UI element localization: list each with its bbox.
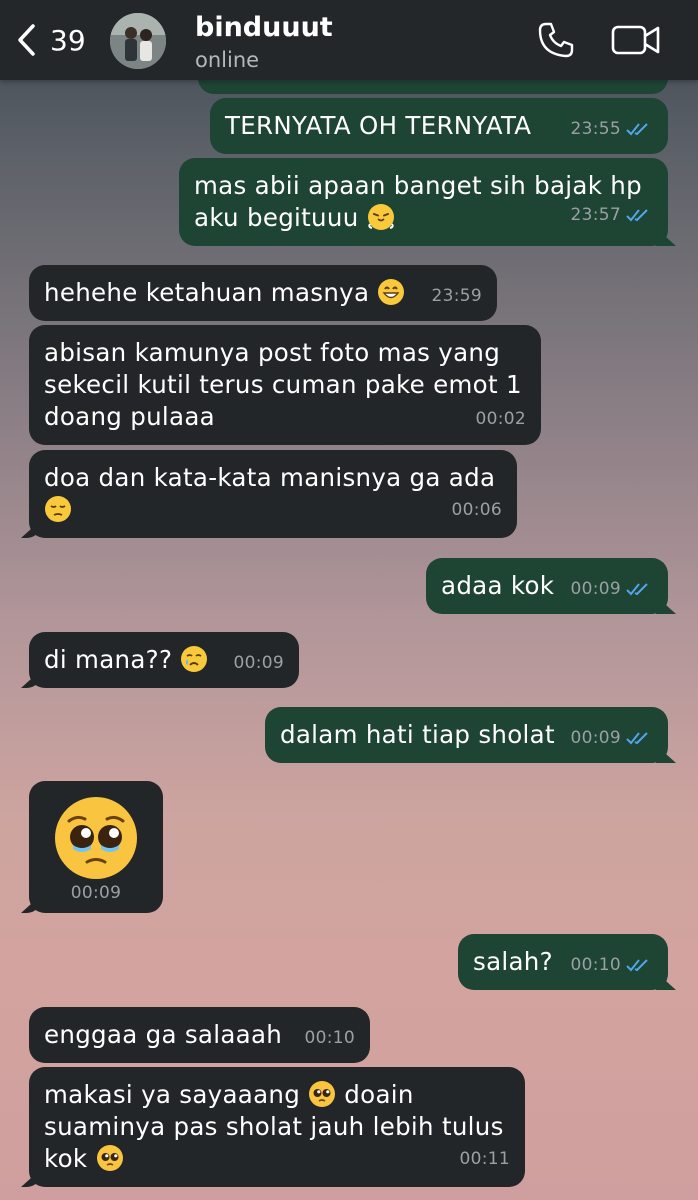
contact-name[interactable]: binduuut	[195, 12, 333, 43]
message-bubble-incoming[interactable]: 00:09	[29, 781, 163, 913]
avatar[interactable]	[110, 13, 166, 69]
read-ticks-icon	[626, 732, 648, 745]
message-time: 23:55	[570, 119, 621, 139]
message-bubble-incoming[interactable]: abisan kamunya post foto mas yang sekeci…	[29, 325, 541, 445]
message-time: 00:02	[475, 409, 526, 429]
phone-icon[interactable]	[536, 20, 576, 60]
message-meta: 00:09	[571, 728, 654, 748]
message-bubble-outgoing[interactable]: salah? 00:10	[458, 934, 668, 990]
message-meta: 23:59	[432, 286, 483, 306]
message-bubble-outgoing[interactable]: mas abii apaan banget sih bajak hp aku b…	[179, 158, 668, 246]
message-bubble-incoming[interactable]: doa dan kata-kata manisnya ga ada 00:06	[29, 450, 517, 538]
message-bubble-incoming[interactable]: enggaa ga salaaah 00:10	[29, 1007, 370, 1063]
message-meta: 00:09	[571, 579, 654, 599]
message-text: enggaa ga salaaah	[44, 1020, 283, 1049]
avatar-photo-icon	[110, 13, 166, 69]
chat-header: 39 binduuut online	[0, 0, 698, 80]
message-meta: 00:09	[234, 653, 285, 673]
message-text: makasi ya sayaaang	[44, 1080, 301, 1109]
message-meta: 00:10	[571, 955, 654, 975]
video-call-icon[interactable]	[610, 20, 662, 60]
pleading-face-icon	[55, 797, 137, 879]
message-text: di mana??	[44, 645, 173, 674]
message-text: abisan kamunya post foto mas yang sekeci…	[44, 338, 522, 431]
message-time: 00:09	[570, 579, 621, 599]
message-time: 00:10	[570, 955, 621, 975]
message-text: hehehe ketahuan masnya	[44, 278, 370, 307]
back-button[interactable]: 39	[14, 18, 86, 62]
message-time: 00:11	[459, 1149, 510, 1169]
chat-area[interactable]: TERNYATA OH TERNYATA 23:55 mas abii apaa…	[0, 0, 698, 1200]
message-text: doa dan kata-kata manisnya ga ada	[44, 463, 496, 492]
message-meta: 00:02	[476, 409, 527, 429]
message-bubble-incoming[interactable]: di mana?? 00:09	[29, 632, 299, 688]
read-ticks-icon	[626, 583, 648, 596]
grinning-face-icon	[378, 279, 405, 305]
pensive-face-icon	[45, 496, 71, 522]
message-time: 00:10	[304, 1028, 355, 1048]
message-time: 00:09	[570, 728, 621, 748]
message-meta: 00:06	[452, 500, 503, 520]
message-text: adaa kok	[441, 571, 555, 600]
message-bubble-incoming[interactable]: hehehe ketahuan masnya 23:59	[29, 265, 497, 321]
message-bubble-outgoing[interactable]: dalam hati tiap sholat 00:09	[265, 707, 668, 763]
message-meta: 23:55	[571, 119, 654, 139]
message-bubble-incoming[interactable]: makasi ya sayaaang doain suaminya pas sh…	[29, 1067, 525, 1187]
huffing-face-icon	[367, 204, 394, 230]
chevron-left-icon	[18, 24, 35, 56]
message-text: TERNYATA OH TERNYATA	[225, 111, 532, 140]
contact-status: online	[195, 48, 260, 72]
pleading-face-icon	[309, 1081, 336, 1107]
unread-count: 39	[50, 23, 86, 57]
read-ticks-icon	[626, 209, 648, 222]
message-text: salah?	[473, 947, 553, 976]
message-bubble-outgoing[interactable]: TERNYATA OH TERNYATA 23:55	[210, 98, 668, 154]
message-time: 23:59	[431, 286, 482, 306]
message-time: 00:09	[233, 653, 284, 673]
message-meta: 23:57	[571, 205, 654, 225]
message-time: 00:09	[70, 883, 122, 903]
crying-face-icon	[181, 646, 208, 672]
message-text: dalam hati tiap sholat	[280, 720, 555, 749]
message-time: 00:06	[451, 500, 502, 520]
message-meta: 00:11	[460, 1149, 511, 1169]
read-ticks-icon	[626, 959, 648, 972]
message-meta: 00:10	[305, 1028, 356, 1048]
read-ticks-icon	[626, 123, 648, 136]
message-bubble-outgoing[interactable]: adaa kok 00:09	[426, 558, 668, 614]
pleading-face-icon	[96, 1145, 123, 1171]
message-time: 23:57	[570, 205, 621, 225]
